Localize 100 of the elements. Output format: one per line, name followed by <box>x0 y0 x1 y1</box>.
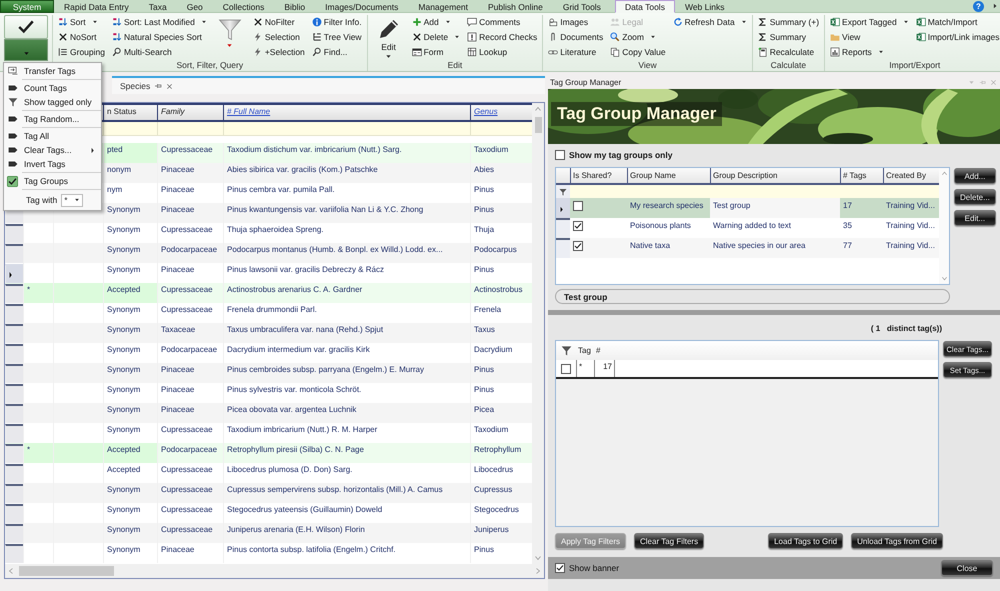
scroll-thumb[interactable] <box>19 566 114 576</box>
ribbon-button[interactable]: Record Checks <box>467 30 538 44</box>
ribbon-button[interactable]: Comments <box>467 15 538 29</box>
ribbon-tab[interactable]: Grid Tools <box>552 0 611 13</box>
table-row[interactable]: * Accepted Podocarpaceae Retrophyllum piresii (Silba) C. N. Page Retrophyllum <box>5 443 532 463</box>
column-header[interactable]: Is Shared? <box>570 168 627 183</box>
scroll-thumb[interactable] <box>534 117 542 133</box>
row-selector[interactable] <box>556 198 570 218</box>
row-selector[interactable] <box>5 364 23 383</box>
ribbon-button[interactable]: NoSort <box>58 30 105 44</box>
vertical-scrollbar[interactable] <box>532 103 544 564</box>
ribbon-tab[interactable]: Publish Online <box>478 0 553 13</box>
row-selector[interactable] <box>556 218 570 238</box>
checkbox[interactable] <box>573 201 583 211</box>
ribbon-button[interactable]: Natural Species Sort <box>112 30 207 44</box>
button[interactable]: Edit... <box>954 210 996 226</box>
ribbon-button[interactable]: Grouping <box>58 45 105 59</box>
ribbon-button[interactable]: Summary <box>758 30 820 44</box>
row-selector[interactable] <box>5 244 23 263</box>
row-selector[interactable] <box>5 504 23 523</box>
document-tab[interactable]: Species <box>112 76 545 94</box>
ribbon-button[interactable]: Multi-Search <box>112 45 207 59</box>
ribbon-tab[interactable]: Collections <box>212 0 274 13</box>
checkbox[interactable] <box>573 221 583 231</box>
help-button[interactable]: ? <box>973 1 984 12</box>
checkbox[interactable] <box>573 241 583 251</box>
ribbon-button[interactable]: Reports <box>830 45 909 59</box>
row-selector[interactable] <box>5 484 23 503</box>
vertical-scrollbar[interactable] <box>939 168 949 284</box>
button[interactable]: Add... <box>954 168 996 184</box>
menu-item[interactable]: Transfer Tags <box>4 64 101 78</box>
ribbon-tab[interactable]: Rapid Data Entry <box>54 0 139 13</box>
table-row[interactable]: Synonym Pinaceae Pinus cembroides subsp. parryana (Engelm.) E. Murray Pinus <box>5 363 532 383</box>
row-selector[interactable] <box>5 324 23 343</box>
ribbon-tab[interactable]: Management <box>408 0 478 13</box>
column-header[interactable]: Group Description <box>710 168 840 183</box>
horizontal-scrollbar[interactable] <box>5 564 544 578</box>
ribbon-button[interactable]: Copy Value <box>610 45 666 59</box>
column-header[interactable]: n Status <box>103 105 157 120</box>
ribbon-tab[interactable]: Geo <box>176 0 213 13</box>
table-row[interactable]: * Accepted Cupressaceae Actinostrobus arenarius C. A. Gardner Actinostrobus <box>5 283 532 303</box>
ribbon-button[interactable]: Summary (+) <box>758 15 820 29</box>
ribbon-button[interactable]: Documents <box>548 30 604 44</box>
column-header[interactable]: Genus <box>470 105 530 120</box>
row-selector[interactable] <box>5 304 23 323</box>
tag-combo[interactable]: * <box>61 194 82 206</box>
row-selector[interactable] <box>5 224 23 243</box>
ribbon-tab[interactable]: Web Links <box>674 0 734 13</box>
menu-item[interactable]: Count Tags <box>4 81 101 95</box>
checkbox[interactable] <box>561 364 571 374</box>
ribbon-button[interactable]: Edit <box>372 15 405 60</box>
ribbon-button[interactable]: NoFilter <box>252 15 305 29</box>
row-selector[interactable] <box>5 524 23 543</box>
close-button[interactable]: Close <box>941 560 993 576</box>
ribbon-button[interactable]: Literature <box>548 45 604 59</box>
ribbon-button[interactable]: Images <box>548 15 604 29</box>
ribbon-button[interactable]: Tree View <box>312 30 362 44</box>
ribbon-button[interactable]: Filter Info. <box>312 15 362 29</box>
row-selector[interactable] <box>5 384 23 403</box>
ribbon-button[interactable]: +Selection <box>252 45 305 59</box>
row-selector[interactable] <box>5 424 23 443</box>
table-row[interactable]: Synonym Cupressaceae Cupressus sempervirens subsp. horizontalis (Mill.) A. Camus Cupressus <box>5 483 532 503</box>
ribbon-button[interactable]: Match/Import <box>916 15 1000 29</box>
ribbon-button[interactable]: Lookup <box>467 45 538 59</box>
ribbon-button[interactable]: Sort <box>58 15 105 29</box>
ribbon-button[interactable]: Import/Link images <box>916 30 1000 44</box>
table-row[interactable]: Synonym Pinaceae Picea obovata var. argentea Luchnik Picea <box>5 403 532 423</box>
row-selector[interactable] <box>5 344 23 363</box>
menu-item[interactable]: Tag Random... <box>4 112 101 126</box>
ribbon-button[interactable]: Delete <box>412 30 460 44</box>
column-header[interactable]: # Tags <box>840 168 883 183</box>
button[interactable]: Unload Tags from Grid <box>851 533 943 549</box>
menu-item[interactable]: Clear Tags... <box>4 143 101 157</box>
tag-button[interactable] <box>4 15 48 39</box>
row-selector[interactable] <box>5 544 23 563</box>
button[interactable]: Clear Tag Filters <box>634 533 704 549</box>
row-selector[interactable] <box>5 444 23 463</box>
ribbon-button[interactable]: Export Tagged <box>830 15 909 29</box>
ribbon-tab[interactable]: Data Tools <box>614 0 675 13</box>
column-header[interactable]: Group Name <box>627 168 710 183</box>
ribbon-button[interactable]: Selection <box>252 30 305 44</box>
ribbon-button[interactable]: Refresh Data <box>672 15 747 29</box>
ribbon-button[interactable]: Add <box>412 15 460 29</box>
column-header[interactable]: # <box>594 346 614 355</box>
column-header[interactable]: # Full Name <box>223 105 470 120</box>
ribbon-tab[interactable]: Images/Documents <box>315 0 408 13</box>
table-row[interactable]: Synonym Cupressaceae Juniperus arenaria (E.H. Wilson) Florin Juniperus <box>5 523 532 543</box>
ribbon-tab[interactable]: Biblio <box>274 0 316 13</box>
row-selector[interactable] <box>5 404 23 423</box>
checkbox[interactable] <box>555 563 565 573</box>
table-row[interactable]: Synonym Podocarpaceae Podocarpus montanus (Humb. & Bonpl. ex Willd.) Lodd. ex... Podocarpus <box>5 243 532 263</box>
column-header[interactable]: Family <box>157 105 223 120</box>
checkbox[interactable] <box>555 150 565 160</box>
row-selector[interactable] <box>556 238 570 258</box>
ribbon-button[interactable]: Find... <box>312 45 362 59</box>
menu-item[interactable]: Show tagged only <box>4 95 101 109</box>
ribbon-button[interactable]: Zoom <box>610 30 666 44</box>
table-row[interactable]: Synonym Taxaceae Taxus umbraculifera var. nana (Rehd.) Spjut Taxus <box>5 323 532 343</box>
ribbon-button[interactable]: View <box>830 30 909 44</box>
button[interactable]: Delete... <box>954 189 996 205</box>
